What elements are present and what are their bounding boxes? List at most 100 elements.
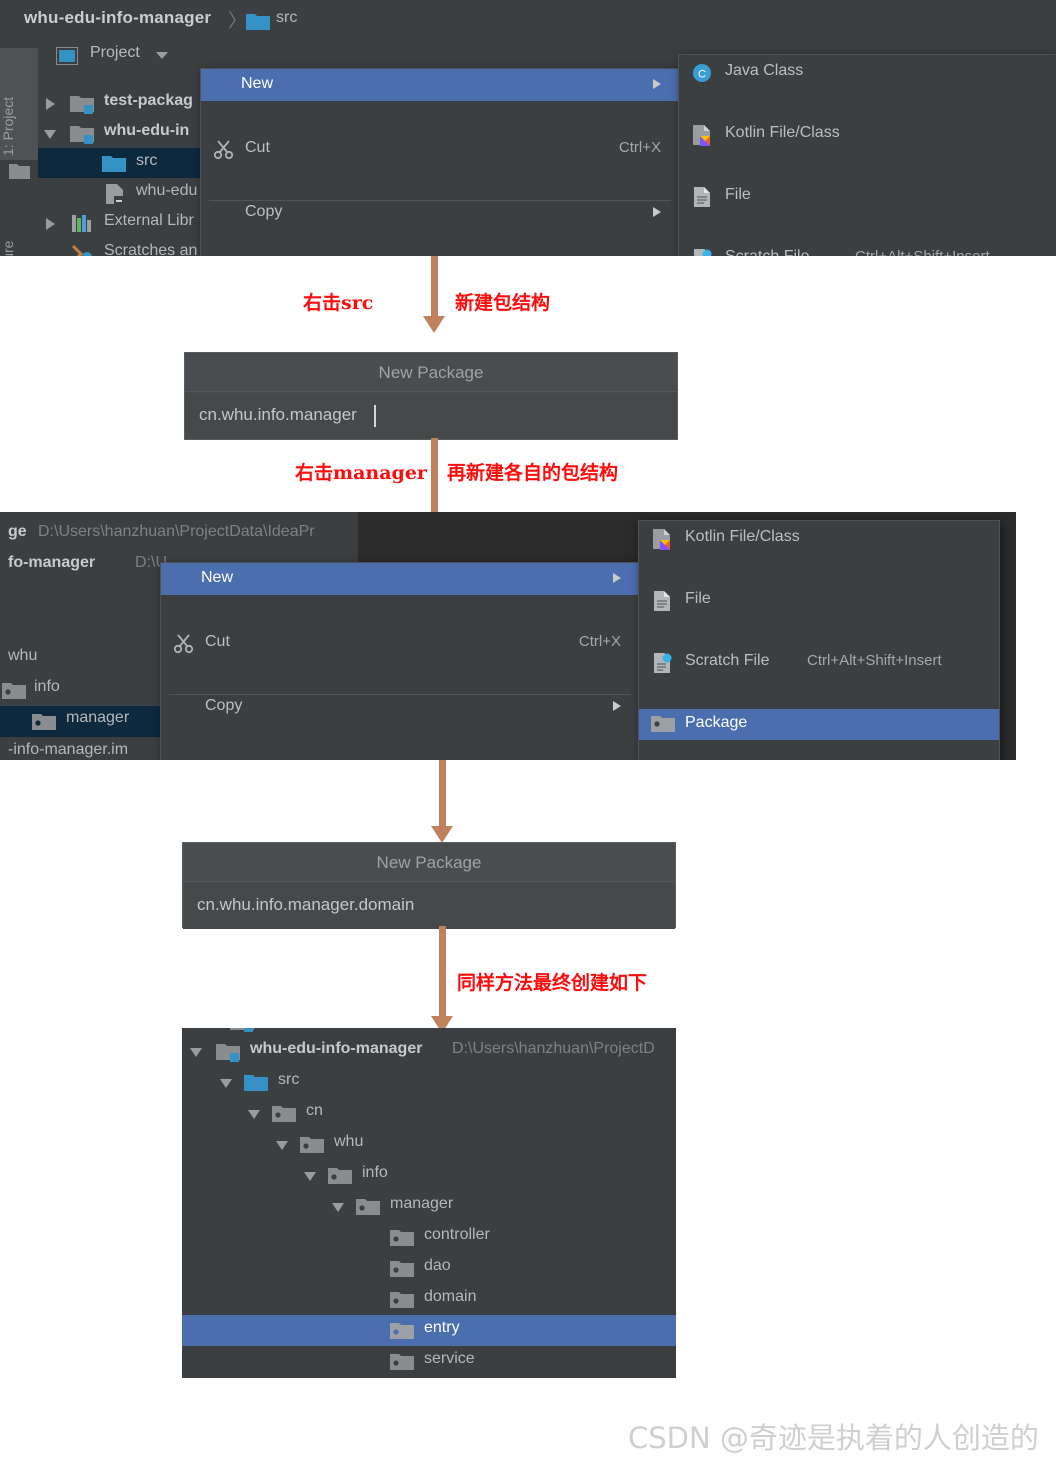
tool-window-tab-project[interactable]: 1: Project xyxy=(0,48,38,160)
tree-row-cn[interactable]: cn xyxy=(182,1098,676,1129)
new-package-dialog-2: New Package cn.whu.info.manager.domain xyxy=(182,842,676,929)
tree-row-label: manager xyxy=(66,709,130,726)
submenu-item-label: Package xyxy=(685,714,748,731)
tree-row[interactable]: ge D:\Users\hanzhuan\ProjectData\IdeaPr xyxy=(0,520,358,551)
menu-item-accelerator: Ctrl+X xyxy=(618,139,661,156)
collapse-arrow-icon[interactable] xyxy=(248,1110,260,1119)
tree-row-label: fo-manager xyxy=(8,554,96,571)
submenu-item-kotlin-file[interactable]: Kotlin File/Class xyxy=(639,523,999,554)
tree-row-project[interactable]: whu-edu-info-manager D:\Users\hanzhuan\P… xyxy=(182,1036,676,1067)
submenu-item-file[interactable]: File xyxy=(679,181,1056,212)
scratches-icon xyxy=(70,243,94,256)
kotlin-file-icon xyxy=(651,528,673,555)
source-folder-icon xyxy=(102,154,128,179)
submenu-item-accelerator: Ctrl+Alt+Shift+Insert xyxy=(855,248,990,256)
module-icon xyxy=(70,124,96,149)
tree-row-domain[interactable]: domain xyxy=(182,1284,676,1315)
package-name-input[interactable]: cn.whu.info.manager xyxy=(185,393,677,439)
package-name-value: cn.whu.info.manager xyxy=(199,405,357,424)
source-folder-icon xyxy=(244,1073,270,1098)
chevron-right-icon xyxy=(653,207,661,217)
tree-row-whu[interactable]: whu xyxy=(182,1129,676,1160)
flow-arrow-head xyxy=(431,826,453,843)
package-folder-icon xyxy=(328,1166,354,1191)
tree-row-label: whu-edu xyxy=(136,182,198,199)
tree-row-label: src xyxy=(136,152,158,169)
java-class-icon: C xyxy=(691,62,713,89)
tree-row-service[interactable]: service xyxy=(182,1346,676,1377)
project-view-label[interactable]: Project xyxy=(90,44,140,62)
tree-row-info[interactable]: info xyxy=(182,1160,676,1191)
annotation-right-click-manager: 右击manager xyxy=(295,462,427,484)
breadcrumb-leaf[interactable]: src xyxy=(276,9,297,27)
tree-row-dao[interactable]: dao xyxy=(182,1253,676,1284)
menu-separator xyxy=(209,200,671,201)
chevron-down-icon[interactable] xyxy=(156,52,168,59)
project-view-icon xyxy=(56,47,78,70)
tree-row-label: whu-edu-info-manager xyxy=(250,1040,423,1057)
collapse-arrow-icon[interactable] xyxy=(190,1048,202,1057)
menu-item-new[interactable]: New xyxy=(161,563,639,595)
tree-row-label: dao xyxy=(424,1257,451,1274)
submenu-item-scratch-file[interactable]: Scratch File Ctrl+Alt+Shift+Insert xyxy=(679,243,1056,256)
tree-row-label: info xyxy=(34,678,60,695)
tree-row-label: ge xyxy=(8,523,27,540)
menu-item-cut[interactable]: Cut Ctrl+X xyxy=(201,133,679,165)
tree-row-label: entry xyxy=(424,1319,460,1336)
chevron-right-icon xyxy=(613,701,621,711)
module-icon xyxy=(216,1042,242,1067)
tree-row-label: whu-edu-in xyxy=(104,122,190,139)
menu-item-cut[interactable]: Cut Ctrl+X xyxy=(161,627,639,659)
collapse-arrow-icon[interactable] xyxy=(44,130,56,139)
tree-row-label: whu xyxy=(8,647,38,664)
source-folder-icon xyxy=(246,12,270,35)
package-name-input[interactable]: cn.whu.info.manager.domain xyxy=(183,883,675,929)
new-submenu-middle: Kotlin File/Class File Scratch File Ctrl… xyxy=(638,520,1000,760)
tree-row-path: D:\Users\hanzhuan\ProjectData\IdeaPr xyxy=(38,523,315,540)
menu-item-copy[interactable]: Copy xyxy=(161,691,639,723)
tree-row-src[interactable]: src xyxy=(182,1067,676,1098)
expand-arrow-icon[interactable] xyxy=(46,218,55,230)
collapse-arrow-icon[interactable] xyxy=(276,1141,288,1150)
tool-window-tab-structure[interactable]: tructure xyxy=(0,188,38,256)
submenu-item-kotlin-file[interactable]: Kotlin File/Class xyxy=(679,119,1056,150)
breadcrumb-separator-icon: 〉 xyxy=(228,11,248,32)
submenu-item-accelerator: Ctrl+Alt+Shift+Insert xyxy=(807,652,942,669)
flow-arrow-shaft xyxy=(439,760,446,828)
menu-item-copy[interactable]: Copy xyxy=(201,197,679,229)
collapse-arrow-icon[interactable] xyxy=(220,1079,232,1088)
submenu-item-java-class[interactable]: C Java Class xyxy=(679,57,1056,88)
expand-arrow-icon[interactable] xyxy=(46,98,55,110)
iml-file-icon xyxy=(104,183,126,210)
dialog-title: New Package xyxy=(183,843,675,882)
submenu-item-package[interactable]: Package xyxy=(639,709,999,740)
new-submenu-top: C Java Class Kotlin File/Class File Scra… xyxy=(678,54,1056,256)
tree-row-manager[interactable]: manager xyxy=(182,1191,676,1222)
menu-item-new[interactable]: New xyxy=(201,69,679,101)
submenu-item-label: Scratch File xyxy=(685,652,770,669)
ide-screenshot-top: whu-edu-info-manager 〉 src 1: Project tr… xyxy=(0,0,1056,256)
context-menu-middle: New Cut Ctrl+X Copy Paste Ctrl+V Find Us… xyxy=(160,562,640,760)
package-folder-icon xyxy=(390,1228,416,1253)
package-folder-icon xyxy=(300,1135,326,1160)
submenu-item-label: Kotlin File/Class xyxy=(685,528,800,545)
tree-row-label: cn xyxy=(306,1102,323,1119)
collapse-arrow-icon[interactable] xyxy=(332,1203,344,1212)
tree-row-entry[interactable]: entry xyxy=(182,1315,676,1346)
collapse-arrow-icon[interactable] xyxy=(304,1172,316,1181)
submenu-item-label: Java Class xyxy=(725,62,804,79)
annotation-new-package-structure: 新建包结构 xyxy=(455,292,551,314)
tree-row-controller[interactable]: controller xyxy=(182,1222,676,1253)
menu-item-accelerator: Ctrl+X xyxy=(578,633,621,650)
tree-row-label: src xyxy=(278,1071,300,1088)
tree-row-label: info xyxy=(362,1164,388,1181)
menu-item-paste[interactable]: Paste Ctrl+V xyxy=(161,755,639,760)
tree-row-label: Scratches an xyxy=(104,242,198,256)
tree-row-label: manager xyxy=(390,1195,454,1212)
flow-arrow-shaft xyxy=(439,926,446,1018)
submenu-item-file[interactable]: File xyxy=(639,585,999,616)
menu-item-label: Copy xyxy=(205,697,243,714)
breadcrumb-project[interactable]: whu-edu-info-manager xyxy=(24,8,211,28)
submenu-item-scratch-file[interactable]: Scratch File Ctrl+Alt+Shift+Insert xyxy=(639,647,999,678)
menu-item-label: New xyxy=(201,569,234,586)
